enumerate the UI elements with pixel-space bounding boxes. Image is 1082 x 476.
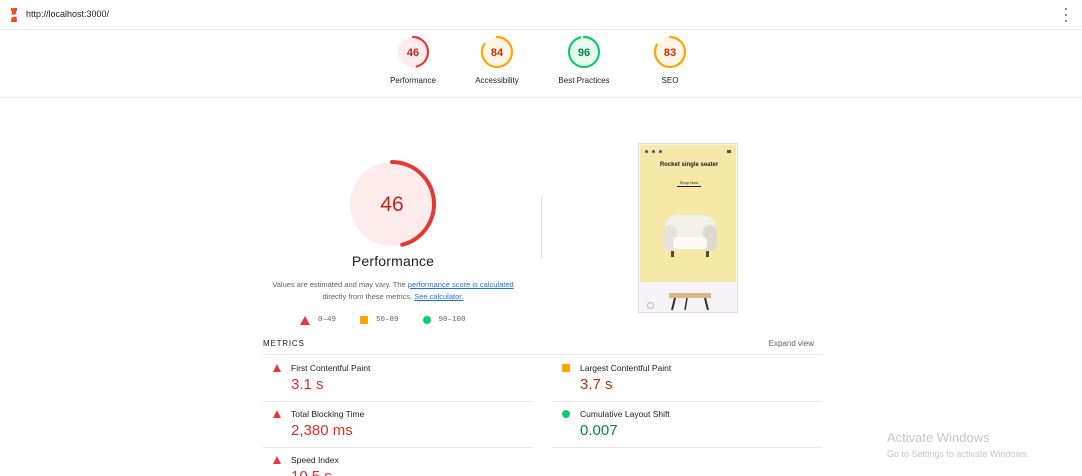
armchair-image (663, 215, 717, 257)
fail-triangle-icon (273, 410, 281, 418)
carousel-dot (647, 302, 654, 309)
metric-value: 0.007 (580, 422, 618, 439)
metric-value: 3.7 s (580, 376, 613, 393)
link-underline (677, 186, 701, 187)
more-options-icon[interactable] (1064, 8, 1068, 22)
legend-range: 0–49 (318, 316, 337, 324)
metric-label: Cumulative Layout Shift (580, 409, 670, 419)
metric-largest-contentful-paint: Largest Contentful Paint 3.7 s (552, 356, 822, 402)
metric-label: Largest Contentful Paint (580, 363, 672, 373)
gauge-performance[interactable]: 46 Performance (368, 35, 458, 85)
fail-triangle-icon (273, 456, 281, 464)
watermark-title: Activate Windows (887, 430, 990, 445)
watermark-subtitle: Go to Settings to activate Windows. (887, 449, 1030, 459)
lighthouse-logo-icon (11, 8, 17, 22)
table-image (669, 293, 711, 311)
performance-title: Performance (351, 253, 435, 269)
gauge-seo[interactable]: 83 SEO (625, 35, 715, 85)
performance-gauge-large: 46 (348, 160, 436, 248)
square-icon (360, 316, 369, 324)
metric-cumulative-layout-shift: Cumulative Layout Shift 0.007 (552, 402, 822, 448)
cart-icon (727, 150, 731, 153)
windows-activation-watermark: Activate Windows Go to Settings to activ… (887, 430, 1029, 459)
metric-label: Total Blocking Time (291, 409, 365, 419)
gauge-label: Performance (390, 76, 436, 85)
legend-range: 90–100 (438, 316, 466, 324)
preview-link: Shop Now (679, 180, 699, 185)
gauge-ring-accessibility: 84 (480, 35, 514, 69)
metric-speed-index: Speed Index 10.5 s (263, 448, 533, 476)
see-calculator-link[interactable]: See calculator. (414, 292, 463, 301)
legend-item: 50–89 (360, 316, 399, 324)
pass-circle-icon (562, 410, 570, 418)
score-gauges: 46 Performance 84 Accessibility 96 Best … (0, 30, 1082, 98)
legend-item: 0–49 (300, 315, 337, 325)
metric-label: Speed Index (291, 455, 339, 465)
url-bar: http://localhost:3000/ (0, 0, 1082, 30)
expand-view-button[interactable]: Expand view (769, 339, 814, 348)
gauge-score: 46 (407, 47, 419, 59)
legend-range: 50–89 (376, 316, 399, 324)
gauge-accessibility[interactable]: 84 Accessibility (452, 35, 542, 85)
preview-heading: Rocket single seater (659, 162, 719, 168)
page-screenshot-preview[interactable]: Rocket single seater Shop Now (638, 143, 738, 313)
performance-score: 46 (380, 193, 403, 216)
gauge-score: 83 (664, 47, 676, 59)
legend-item: 90–100 (422, 316, 466, 324)
gauge-label: Accessibility (475, 76, 519, 85)
metric-total-blocking-time: Total Blocking Time 2,380 ms (263, 402, 533, 448)
gauge-ring-seo: 83 (653, 35, 687, 69)
score-legend: 0–49 50–89 90–100 (300, 313, 490, 327)
divider (541, 196, 542, 258)
metric-value: 10.5 s (291, 468, 332, 476)
triangle-icon (300, 315, 310, 325)
gauge-label: SEO (661, 76, 679, 85)
gauge-best-practices[interactable]: 96 Best Practices (539, 35, 629, 85)
preview-nav-icons (645, 150, 662, 153)
gauge-label: Best Practices (558, 76, 610, 85)
desc-text: Values are estimated and may vary. The (272, 280, 408, 289)
gauge-score: 96 (578, 47, 590, 59)
metric-label: First Contentful Paint (291, 363, 371, 373)
desc-text: directly from these metrics. (322, 292, 415, 301)
gauge-score: 84 (491, 47, 504, 59)
metrics-title: METRICS (263, 339, 305, 348)
metrics-header: METRICS Expand view (263, 337, 822, 355)
metric-value: 3.1 s (291, 376, 324, 393)
performance-description: Values are estimated and may vary. The p… (262, 279, 524, 303)
gauge-ring-best-practices: 96 (567, 35, 601, 69)
metric-first-contentful-paint: First Contentful Paint 3.1 s (263, 356, 533, 402)
metric-value: 2,380 ms (291, 422, 353, 439)
page-url: http://localhost:3000/ (26, 9, 110, 19)
circle-icon (422, 316, 431, 324)
gauge-ring-performance: 46 (396, 35, 430, 69)
average-square-icon (562, 364, 570, 372)
performance-score-link[interactable]: performance score is calculated (408, 280, 514, 289)
fail-triangle-icon (273, 364, 281, 372)
